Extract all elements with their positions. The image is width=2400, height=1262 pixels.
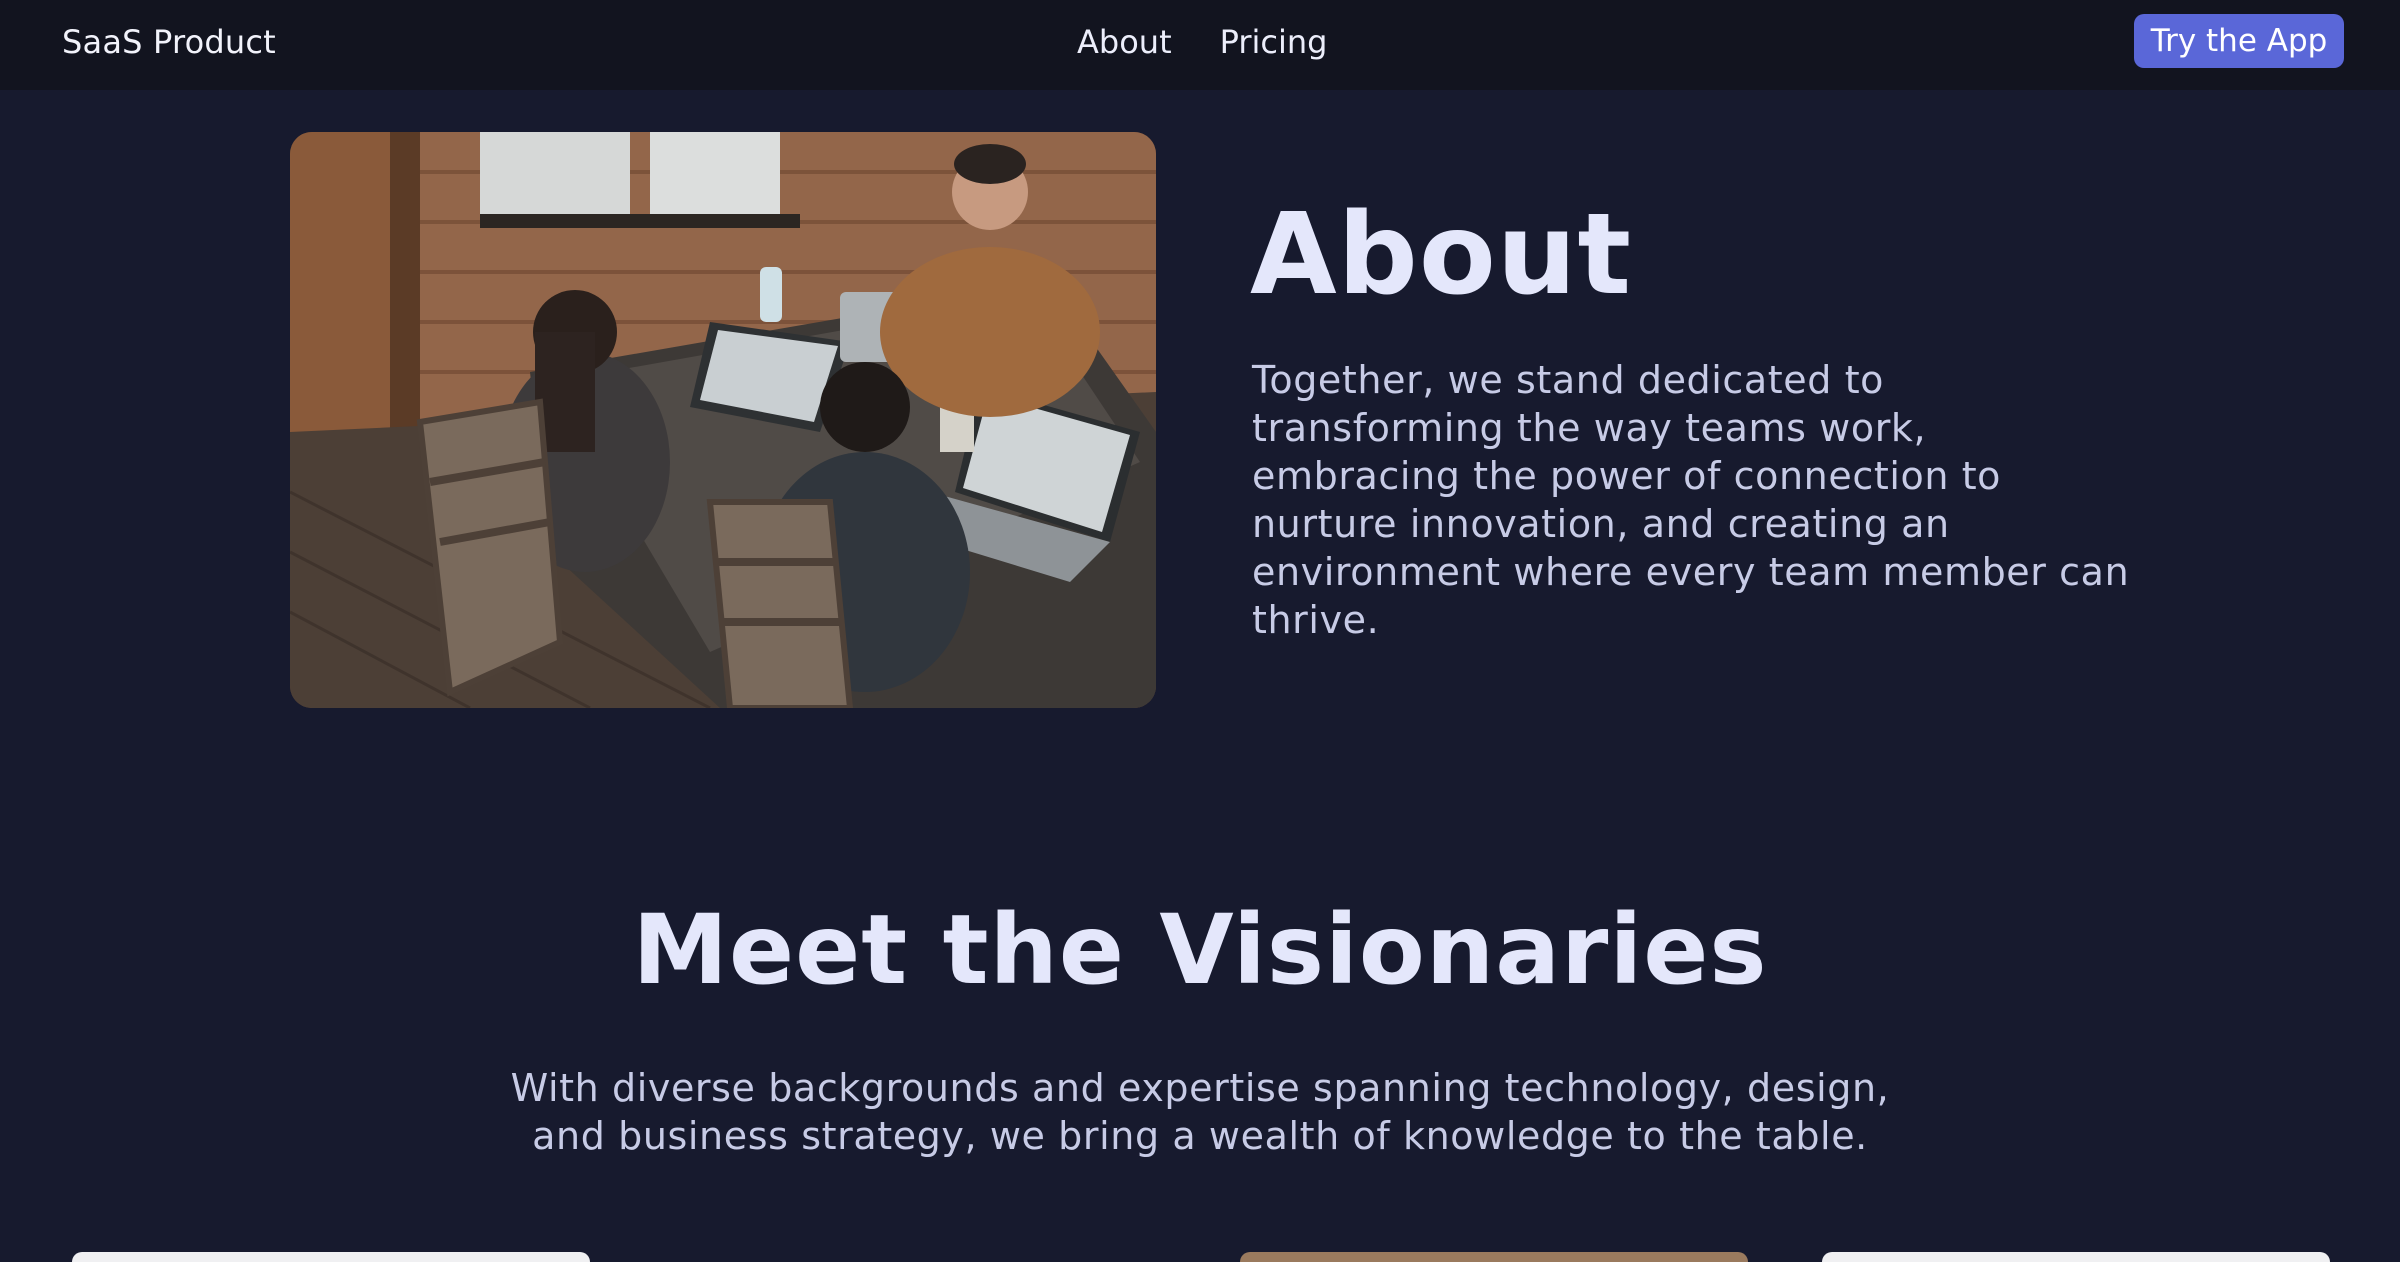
nav-links: About Pricing	[1077, 22, 1327, 62]
team-card-4	[1822, 1252, 2330, 1262]
team-description: With diverse backgrounds and expertise s…	[460, 1064, 1940, 1160]
team-heading: Meet the Visionaries	[632, 894, 1768, 1006]
team-description-line-1: With diverse backgrounds and expertise s…	[510, 1066, 1890, 1110]
about-team-photo	[290, 132, 1156, 708]
about-heading: About	[1250, 190, 1633, 320]
about-description: Together, we stand dedicated to transfor…	[1252, 358, 2130, 642]
nav-link-pricing[interactable]: Pricing	[1220, 22, 1328, 62]
team-card-1	[72, 1252, 590, 1262]
try-the-app-button[interactable]: Try the App	[2134, 14, 2344, 68]
navbar: SaaS Product About Pricing Try the App	[0, 0, 2400, 90]
team-description-line-2: and business strategy, we bring a wealth…	[532, 1114, 1868, 1158]
brand-logo-link[interactable]: SaaS Product	[62, 22, 276, 62]
nav-link-about[interactable]: About	[1077, 22, 1172, 62]
team-card-3	[1240, 1252, 1748, 1262]
